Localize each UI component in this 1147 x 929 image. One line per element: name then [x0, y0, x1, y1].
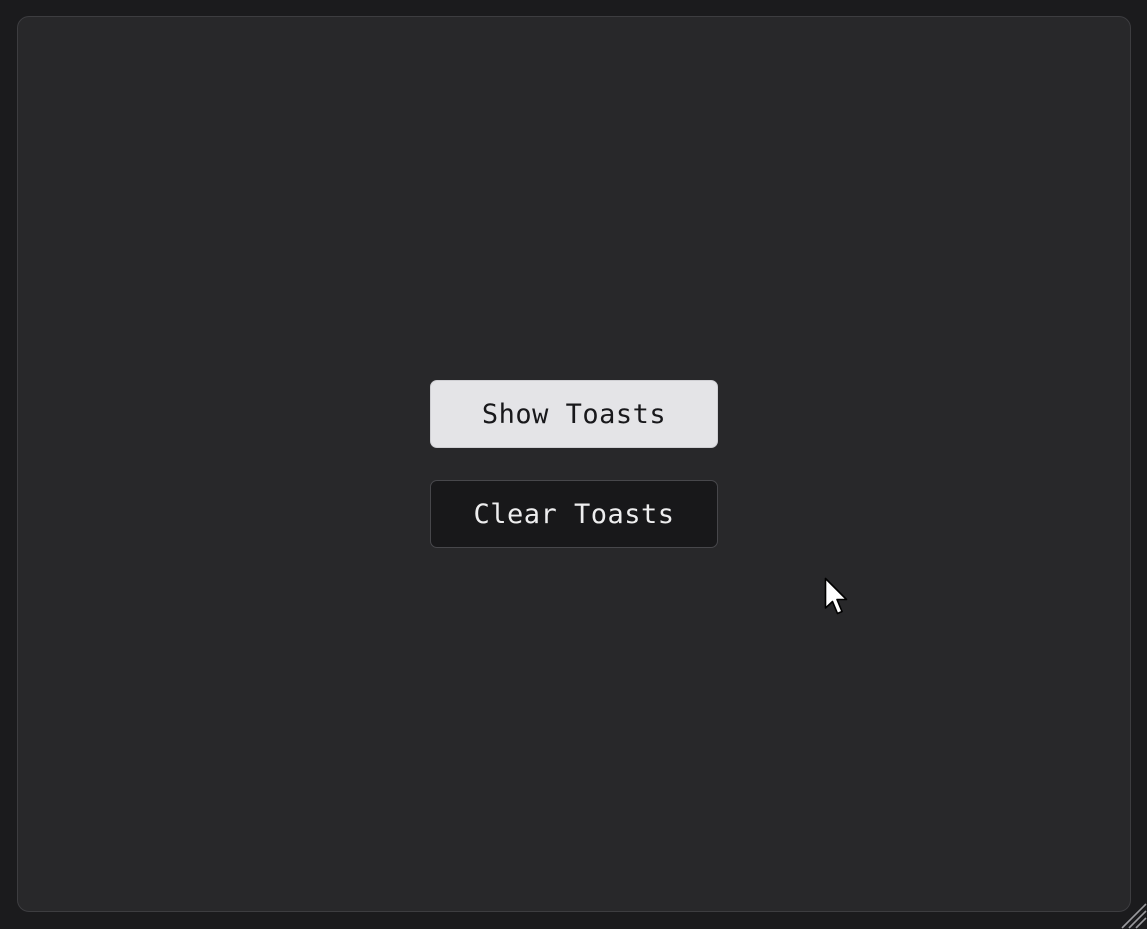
clear-toasts-button[interactable]: Clear Toasts — [430, 480, 718, 548]
main-panel — [17, 16, 1131, 912]
resize-grip-icon[interactable] — [1119, 901, 1147, 929]
show-toasts-button[interactable]: Show Toasts — [430, 380, 718, 448]
mouse-pointer-icon — [824, 577, 848, 615]
